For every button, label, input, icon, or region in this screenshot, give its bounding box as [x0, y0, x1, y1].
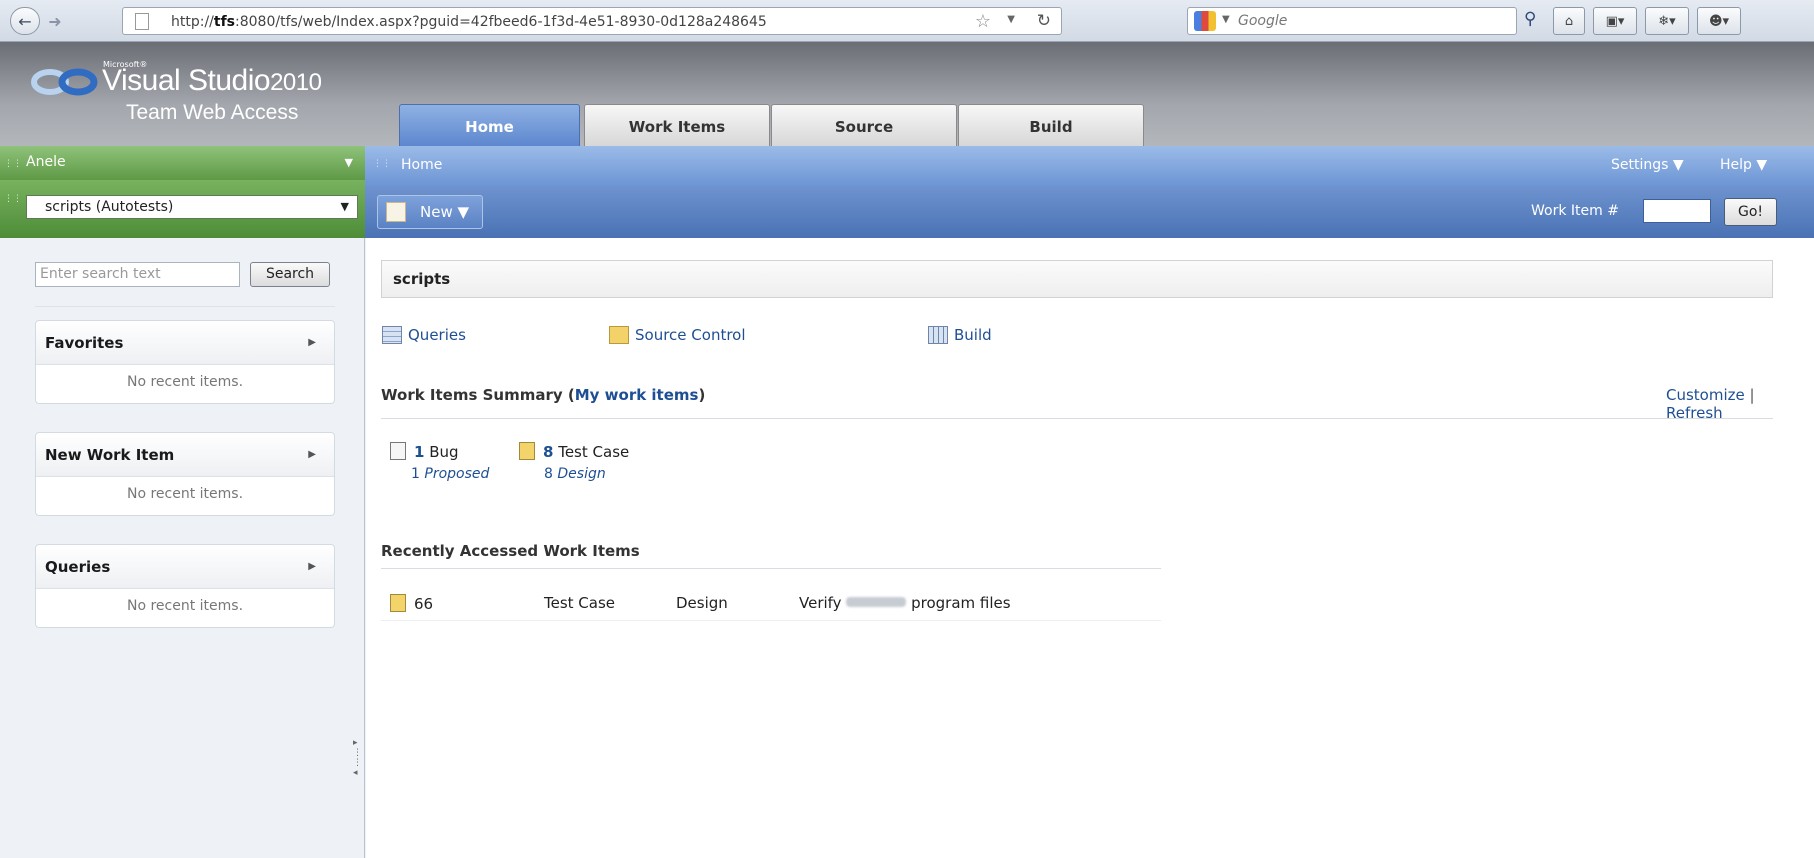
- main-content: scripts Queries Source Control Build Wor…: [366, 238, 1814, 858]
- reload-icon[interactable]: ↻: [1037, 11, 1051, 31]
- queries-pane: Queries ▶ No recent items.: [35, 544, 335, 628]
- visual-studio-logo-icon: [31, 68, 98, 96]
- bookmarks-icon[interactable]: ▣▾: [1593, 7, 1637, 35]
- new-button[interactable]: New ▼: [377, 195, 483, 229]
- user-bar: ⋮⋮ Anele ▼: [0, 146, 365, 180]
- search-icon[interactable]: ⚲: [1524, 9, 1536, 29]
- recent-row-id[interactable]: 66: [390, 594, 433, 613]
- source-control-link[interactable]: Source Control: [609, 326, 746, 344]
- divider: [35, 306, 335, 307]
- test-case-icon: [390, 594, 406, 612]
- search-button[interactable]: Search: [250, 262, 330, 287]
- customize-link[interactable]: Customize: [1666, 386, 1745, 404]
- chevron-down-icon[interactable]: ▼: [1007, 14, 1015, 25]
- bug-icon: [390, 442, 406, 460]
- work-items-summary-title: Work Items Summary (My work items): [381, 386, 706, 404]
- build-icon: [928, 326, 948, 344]
- summary-item-bug[interactable]: 1 Bug: [390, 442, 459, 461]
- recent-row-state: Design: [676, 594, 728, 612]
- summary-item-test-case[interactable]: 8 Test Case: [519, 442, 629, 461]
- source-control-icon: [609, 326, 629, 344]
- queries-empty: No recent items.: [126, 598, 244, 614]
- web-search-field[interactable]: ▼ Google: [1187, 7, 1517, 35]
- divider: [381, 620, 1161, 621]
- new-document-icon: [386, 202, 406, 222]
- home-icon[interactable]: ⌂: [1553, 7, 1585, 35]
- search-input[interactable]: Enter search text: [35, 262, 240, 287]
- addon-icon[interactable]: ❄▾: [1645, 7, 1689, 35]
- test-case-icon: [519, 442, 535, 460]
- favorites-pane: Favorites ▶ No recent items.: [35, 320, 335, 404]
- new-work-item-empty: No recent items.: [126, 486, 244, 502]
- queries-icon: [382, 326, 402, 344]
- chevron-right-icon: ▶: [308, 449, 316, 460]
- panel-splitter-handle[interactable]: ▸ ⋮ ⋮ ◂: [353, 738, 362, 778]
- queries-header[interactable]: Queries ▶: [36, 545, 334, 589]
- divider: [381, 418, 1773, 419]
- new-work-item-pane: New Work Item ▶ No recent items.: [35, 432, 335, 516]
- breadcrumb[interactable]: Home: [401, 157, 442, 173]
- chevron-right-icon: ▶: [308, 561, 316, 572]
- tab-home[interactable]: Home: [399, 104, 580, 146]
- search-engine-label: Google: [1238, 13, 1288, 29]
- logo-subtitle: Team Web Access: [126, 101, 299, 124]
- tab-source[interactable]: Source: [771, 104, 957, 146]
- new-work-item-header[interactable]: New Work Item ▶: [36, 433, 334, 477]
- page-icon: [135, 13, 149, 30]
- summary-actions: Customize | Refresh: [1666, 386, 1755, 422]
- google-icon: [1194, 11, 1216, 31]
- breadcrumb-bar: ⋮⋮ Home Settings ▼ Help ▼: [365, 146, 1814, 186]
- chevron-down-icon: ▼: [340, 200, 349, 213]
- summary-test-case-state[interactable]: 8 Design: [544, 466, 606, 482]
- recent-row-title[interactable]: Verify program files: [799, 594, 1011, 612]
- project-select[interactable]: scripts (Autotests) ▼: [26, 195, 358, 219]
- project-title: scripts: [381, 260, 1773, 298]
- bookmark-star-icon[interactable]: ☆: [975, 11, 991, 32]
- work-item-number-input[interactable]: [1643, 199, 1711, 223]
- browser-toolbar: ← ➜ http://tfs:8080/tfs/web/Index.aspx?p…: [0, 0, 1814, 42]
- favorites-header[interactable]: Favorites ▶: [36, 321, 334, 365]
- address-bar[interactable]: http://tfs:8080/tfs/web/Index.aspx?pguid…: [122, 7, 1062, 35]
- grip-icon: ⋮⋮: [4, 159, 22, 169]
- build-link[interactable]: Build: [928, 326, 992, 344]
- logo-product: Visual Studio2010: [102, 64, 322, 97]
- settings-menu[interactable]: Settings ▼: [1611, 157, 1684, 173]
- my-work-items-link[interactable]: My work items: [575, 386, 699, 404]
- url-text: http://tfs:8080/tfs/web/Index.aspx?pguid…: [171, 14, 767, 30]
- forward-button[interactable]: ➜: [42, 7, 68, 35]
- favorites-empty: No recent items.: [126, 374, 244, 390]
- summary-bug-state[interactable]: 1 Proposed: [411, 466, 489, 482]
- grip-icon: ⋮⋮: [4, 194, 22, 204]
- tab-build[interactable]: Build: [958, 104, 1144, 146]
- recent-row-type: Test Case: [544, 594, 616, 612]
- back-button[interactable]: ←: [10, 7, 40, 35]
- user-name[interactable]: Anele: [26, 154, 66, 170]
- chevron-down-icon[interactable]: ▼: [1222, 14, 1230, 25]
- chevron-down-icon[interactable]: ▼: [345, 156, 353, 169]
- redacted-text: [846, 597, 907, 607]
- help-menu[interactable]: Help ▼: [1720, 157, 1767, 173]
- grip-icon: ⋮⋮: [373, 159, 391, 169]
- refresh-link[interactable]: Refresh: [1666, 404, 1723, 422]
- chevron-right-icon: ▶: [308, 337, 316, 348]
- persona-icon[interactable]: ☻▾: [1697, 7, 1741, 35]
- work-item-number-label: Work Item #: [1531, 203, 1619, 219]
- recently-accessed-title: Recently Accessed Work Items: [381, 542, 640, 560]
- go-button[interactable]: Go!: [1724, 198, 1777, 226]
- tab-work-items[interactable]: Work Items: [584, 104, 770, 146]
- queries-link[interactable]: Queries: [382, 326, 466, 344]
- divider: [381, 568, 1161, 569]
